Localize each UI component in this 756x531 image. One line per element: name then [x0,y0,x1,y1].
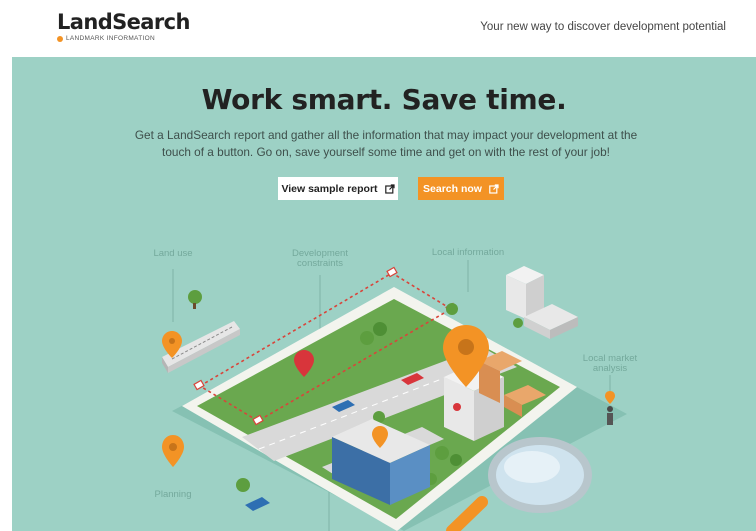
local-market-analysis-label: Local market analysis [572,354,648,374]
logo-wordmark: LandSearch [57,10,190,34]
land-use-label: Land use [153,248,193,259]
logo-dot-icon [57,35,63,42]
landsearch-logo[interactable]: LandSearch LANDMARK INFORMATION [57,10,190,42]
development-illustration [162,260,627,531]
planning-label: Planning [154,489,192,500]
local-market-line2: analysis [592,363,628,374]
development-constraints-label: Development constraints [268,249,372,269]
local-information-label: Local information [431,247,505,258]
development-constraints-line2: constraints [297,258,343,269]
logo-subline: LANDMARK INFORMATION [57,35,190,42]
site-header: LandSearch LANDMARK INFORMATION Your new… [0,0,756,57]
logo-subtext: LANDMARK INFORMATION [66,35,155,42]
person-icon [607,406,613,425]
hero-section: Work smart. Save time. Get a LandSearch … [12,57,756,531]
header-tagline: Your new way to discover development pot… [480,21,726,33]
local-info-building-icon [506,266,578,339]
